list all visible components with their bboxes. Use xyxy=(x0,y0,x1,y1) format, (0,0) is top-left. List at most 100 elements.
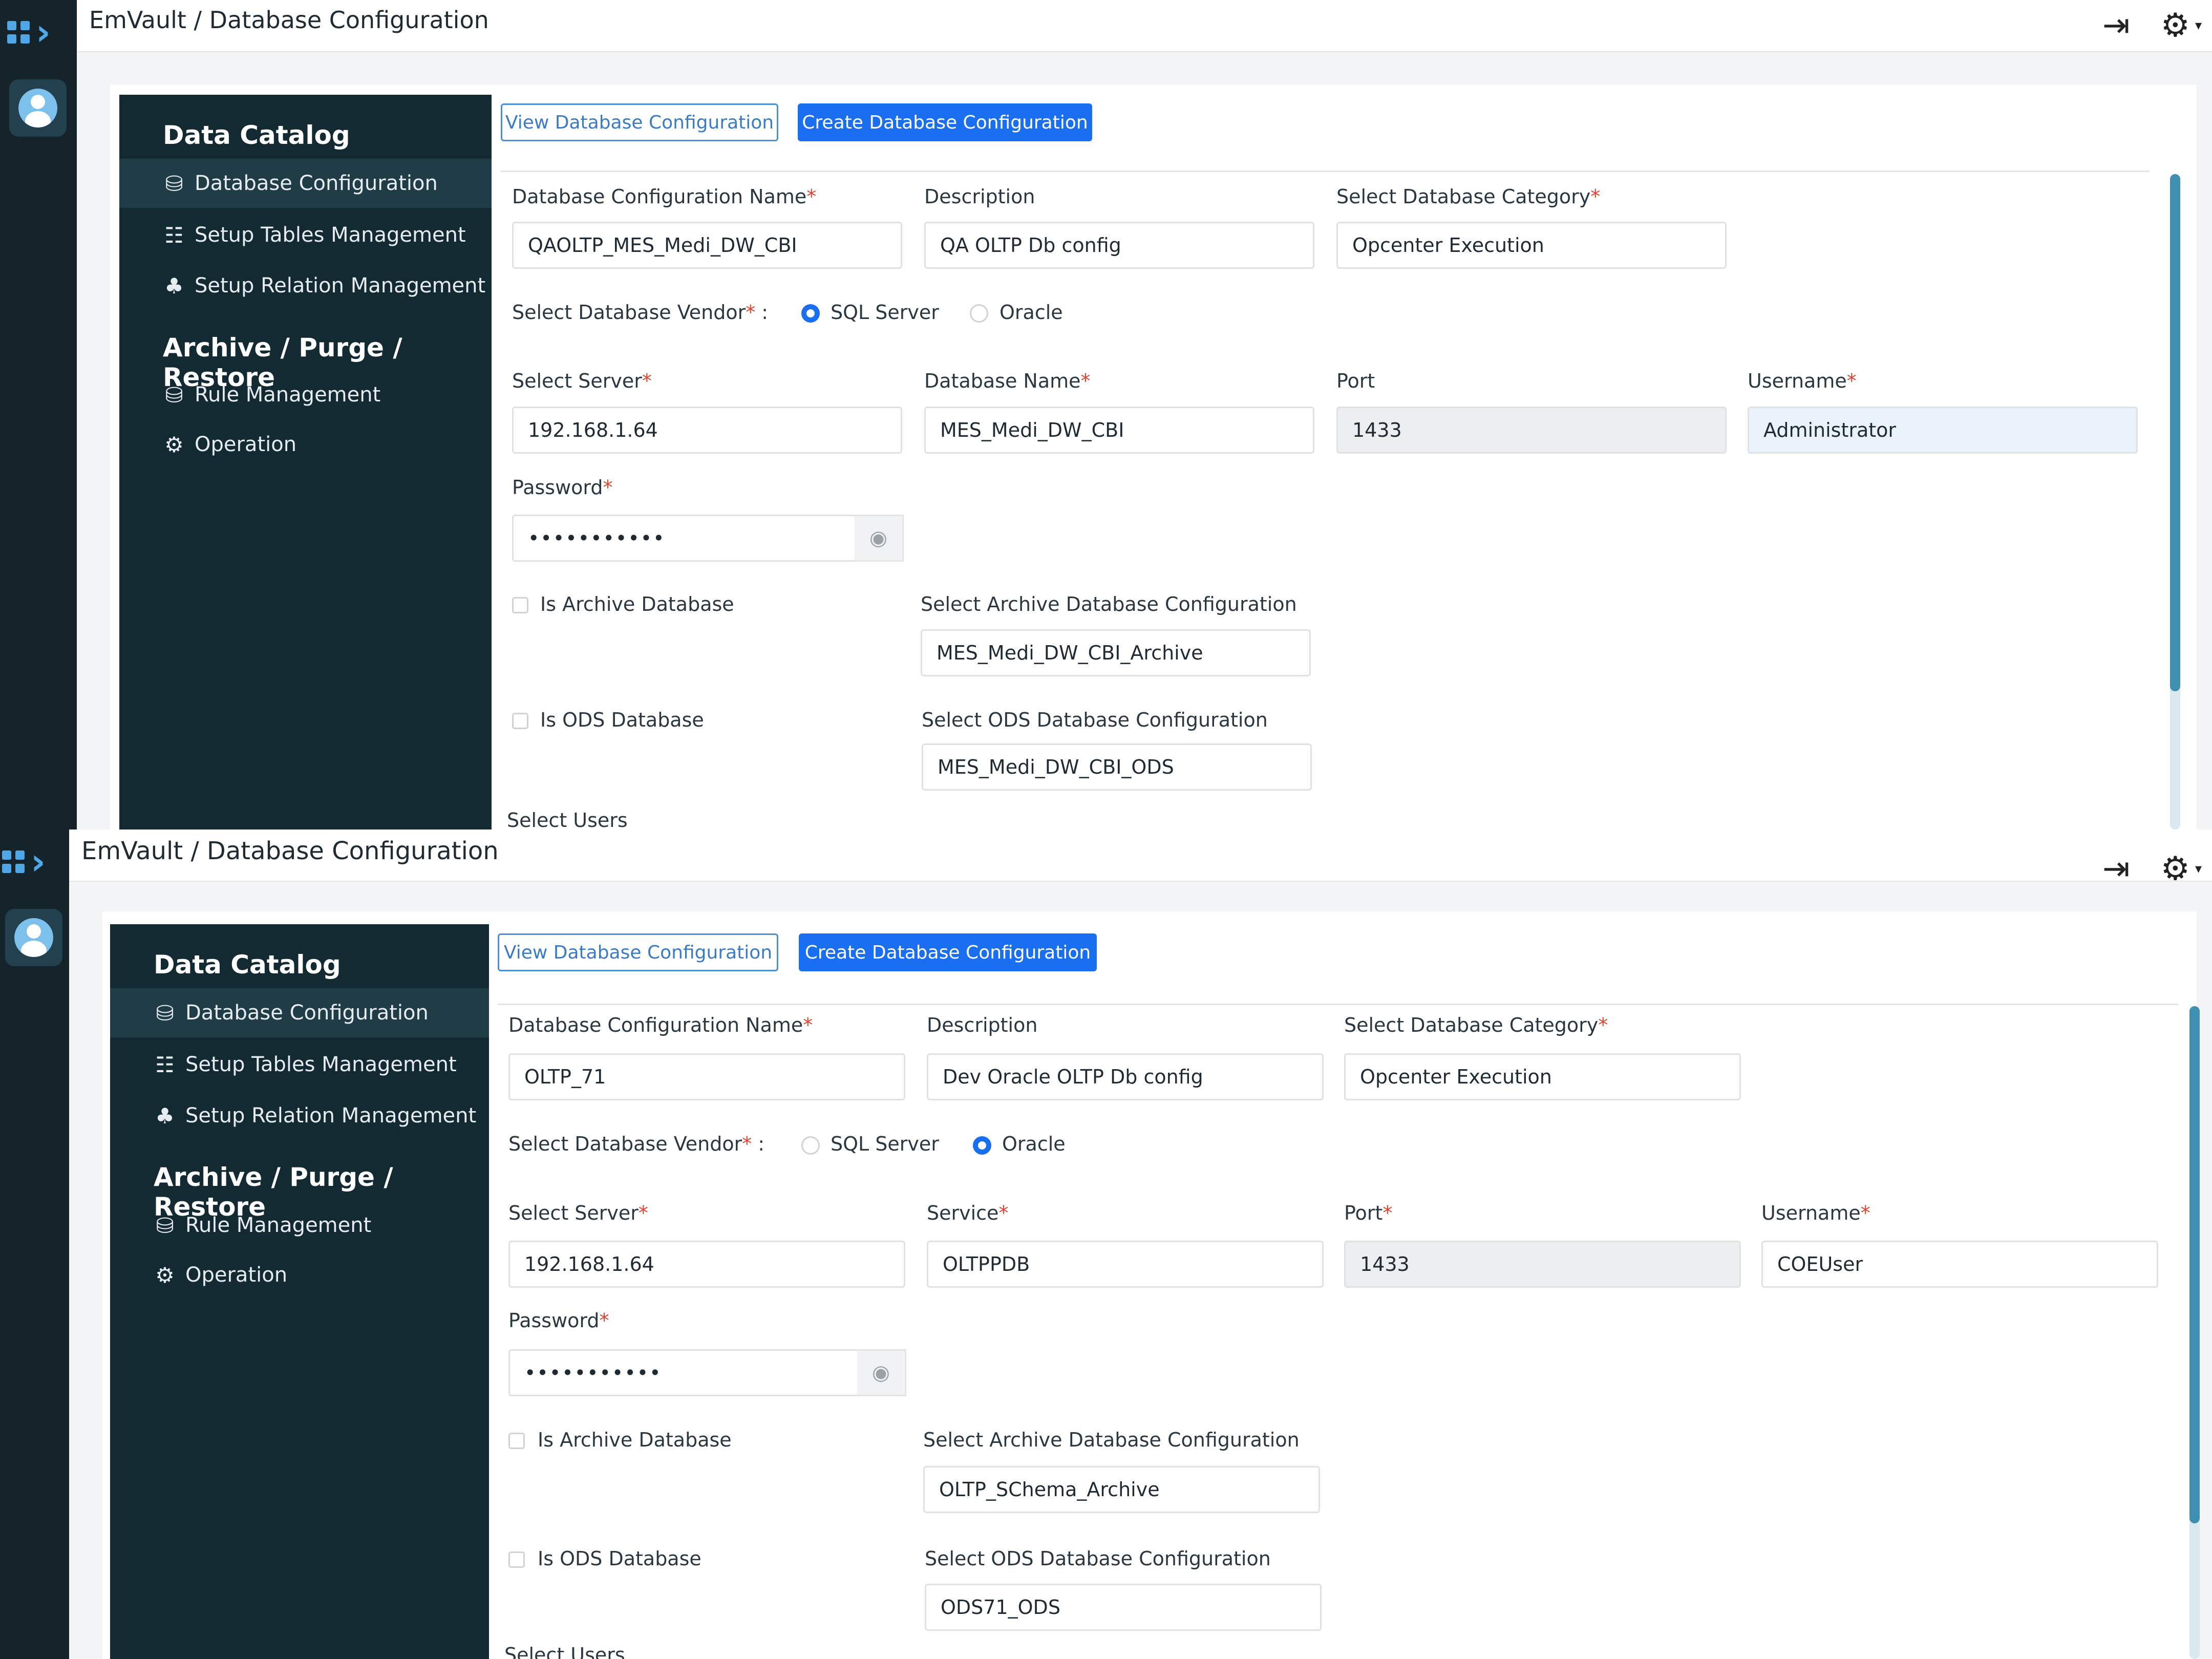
sidebar-item-setup-tables[interactable]: ☷ Setup Tables Management xyxy=(110,1040,489,1089)
select-users-label: Select Users xyxy=(504,1644,625,1659)
archive-config-select[interactable]: OLTP_SChema_Archive xyxy=(923,1466,1320,1513)
user-icon xyxy=(14,918,53,957)
port-input[interactable]: 1433 xyxy=(1336,407,1727,454)
sidebar-item-operation[interactable]: ⚙ Operation xyxy=(110,1250,489,1300)
grid-icon xyxy=(7,21,30,44)
app-menu-button[interactable]: › xyxy=(2,839,58,885)
sidebar-item-database-configuration[interactable]: ⛁ Database Configuration xyxy=(119,159,492,208)
settings-menu[interactable]: ⚙ ▾ xyxy=(2161,9,2202,42)
operation-icon: ⚙ xyxy=(155,1262,175,1288)
sidebar-item-label: Rule Management xyxy=(185,1214,372,1237)
config-name-input[interactable]: QAOLTP_MES_Medi_DW_CBI xyxy=(512,222,902,269)
logout-icon[interactable]: ⇥ xyxy=(2102,853,2130,885)
sidebar-item-label: Setup Relation Management xyxy=(185,1104,477,1128)
vendor-sqlserver-label[interactable]: SQL Server xyxy=(831,301,939,324)
service-input[interactable]: OLTPPDB xyxy=(927,1241,1324,1288)
tab-create-database-configuration[interactable]: Create Database Configuration xyxy=(798,103,1092,141)
archive-config-label: Select Archive Database Configuration xyxy=(921,593,1297,615)
password-input[interactable]: ••••••••••• xyxy=(512,515,856,562)
sidebar-item-label: Rule Management xyxy=(195,383,381,407)
ods-config-label: Select ODS Database Configuration xyxy=(925,1547,1271,1570)
tab-divider xyxy=(501,171,2150,172)
password-input[interactable]: ••••••••••• xyxy=(508,1349,859,1396)
scrollbar-thumb[interactable] xyxy=(2170,174,2180,691)
sidebar: Data Catalog ⛁ Database Configuration ☷ … xyxy=(110,924,489,1659)
sidebar-item-operation[interactable]: ⚙ Operation xyxy=(119,420,492,469)
vendor-oracle-label[interactable]: Oracle xyxy=(999,301,1063,324)
sidebar-item-rule-management[interactable]: ⛁ Rule Management xyxy=(110,1201,489,1250)
sidebar-item-label: Operation xyxy=(195,433,297,456)
sidebar-item-setup-relation[interactable]: ♣ Setup Relation Management xyxy=(110,1091,489,1140)
logout-icon[interactable]: ⇥ xyxy=(2102,9,2130,42)
caret-down-icon: ▾ xyxy=(2195,18,2202,33)
grid-icon xyxy=(2,850,25,873)
sidebar-item-label: Operation xyxy=(185,1263,288,1287)
toggle-password-visibility[interactable]: ◉ xyxy=(855,515,904,562)
top-bar: EmVault / Database Configuration ⇥ ⚙ ▾ xyxy=(69,830,2212,885)
user-avatar[interactable] xyxy=(9,79,67,137)
tab-view-database-configuration[interactable]: View Database Configuration xyxy=(498,933,778,971)
tab-view-database-configuration[interactable]: View Database Configuration xyxy=(501,103,778,141)
rule-icon: ⛁ xyxy=(156,1213,174,1238)
tab-create-database-configuration[interactable]: Create Database Configuration xyxy=(799,933,1097,971)
ods-config-select[interactable]: ODS71_ODS xyxy=(925,1584,1322,1631)
vendor-sqlserver-radio[interactable] xyxy=(801,304,820,323)
sidebar-item-label: Setup Relation Management xyxy=(195,274,486,297)
scrollbar-thumb[interactable] xyxy=(2189,1006,2200,1523)
is-ods-checkbox[interactable] xyxy=(512,713,528,729)
username-label: Username* xyxy=(1761,1202,1870,1224)
username-input[interactable]: COEUser xyxy=(1761,1241,2158,1288)
server-select[interactable]: 192.168.1.64 xyxy=(508,1241,905,1288)
caret-down-icon: ▾ xyxy=(2195,861,2202,877)
description-input[interactable]: Dev Oracle OLTP Db config xyxy=(927,1053,1324,1100)
top-bar: EmVault / Database Configuration ⇥ ⚙ ▾ xyxy=(77,0,2212,52)
sidebar-item-setup-relation[interactable]: ♣ Setup Relation Management xyxy=(119,261,492,310)
username-label: Username* xyxy=(1748,370,1857,392)
gear-icon: ⚙ xyxy=(2160,850,2190,888)
is-archive-checkbox[interactable] xyxy=(512,597,528,613)
sidebar-item-label: Setup Tables Management xyxy=(185,1053,457,1076)
vendor-label: Select Database Vendor* : xyxy=(512,301,769,324)
left-rail: › xyxy=(0,830,69,1659)
tab-divider xyxy=(498,1004,2178,1005)
table-icon: ☷ xyxy=(155,1052,175,1077)
gear-icon: ⚙ xyxy=(2160,7,2190,45)
vendor-oracle-radio[interactable] xyxy=(970,304,988,323)
user-avatar[interactable] xyxy=(5,909,62,966)
app-menu-button[interactable]: › xyxy=(7,9,63,55)
vendor-sqlserver-radio[interactable] xyxy=(801,1136,820,1155)
vendor-oracle-label[interactable]: Oracle xyxy=(1002,1133,1066,1155)
sidebar-item-database-configuration[interactable]: ⛁ Database Configuration xyxy=(110,988,489,1037)
dbname-input[interactable]: MES_Medi_DW_CBI xyxy=(924,407,1314,454)
password-label: Password* xyxy=(508,1309,609,1332)
service-label: Service* xyxy=(927,1202,1009,1224)
config-name-label: Database Configuration Name* xyxy=(512,185,817,208)
is-ods-checkbox[interactable] xyxy=(508,1551,525,1568)
sidebar-item-rule-management[interactable]: ⛁ Rule Management xyxy=(119,370,492,419)
port-label: Port xyxy=(1336,370,1375,392)
server-select[interactable]: 192.168.1.64 xyxy=(512,407,902,454)
archive-config-select[interactable]: MES_Medi_DW_CBI_Archive xyxy=(921,629,1311,676)
is-archive-checkbox[interactable] xyxy=(508,1433,525,1449)
description-input[interactable]: QA OLTP Db config xyxy=(924,222,1314,269)
hierarchy-icon: ♣ xyxy=(164,273,184,299)
port-input[interactable]: 1433 xyxy=(1344,1241,1741,1288)
ods-config-select[interactable]: MES_Medi_DW_CBI_ODS xyxy=(922,743,1312,791)
sidebar-item-label: Setup Tables Management xyxy=(195,223,466,247)
sidebar-item-label: Database Configuration xyxy=(185,1001,429,1025)
category-select[interactable]: Opcenter Execution xyxy=(1336,222,1727,269)
hierarchy-icon: ♣ xyxy=(155,1103,175,1129)
category-select[interactable]: Opcenter Execution xyxy=(1344,1053,1741,1100)
username-input[interactable]: Administrator xyxy=(1748,407,2138,454)
settings-menu[interactable]: ⚙ ▾ xyxy=(2161,853,2202,885)
sidebar-item-setup-tables[interactable]: ☷ Setup Tables Management xyxy=(119,210,492,260)
port-label: Port* xyxy=(1344,1202,1393,1224)
config-name-input[interactable]: OLTP_71 xyxy=(508,1053,905,1100)
top-actions: ⇥ ⚙ ▾ xyxy=(2102,9,2202,42)
toggle-password-visibility[interactable]: ◉ xyxy=(857,1349,906,1396)
rule-icon: ⛁ xyxy=(165,382,183,408)
top-actions: ⇥ ⚙ ▾ xyxy=(2102,853,2202,885)
vendor-oracle-radio[interactable] xyxy=(973,1136,991,1155)
select-users-label: Select Users xyxy=(507,809,628,830)
vendor-sqlserver-label[interactable]: SQL Server xyxy=(831,1133,939,1155)
